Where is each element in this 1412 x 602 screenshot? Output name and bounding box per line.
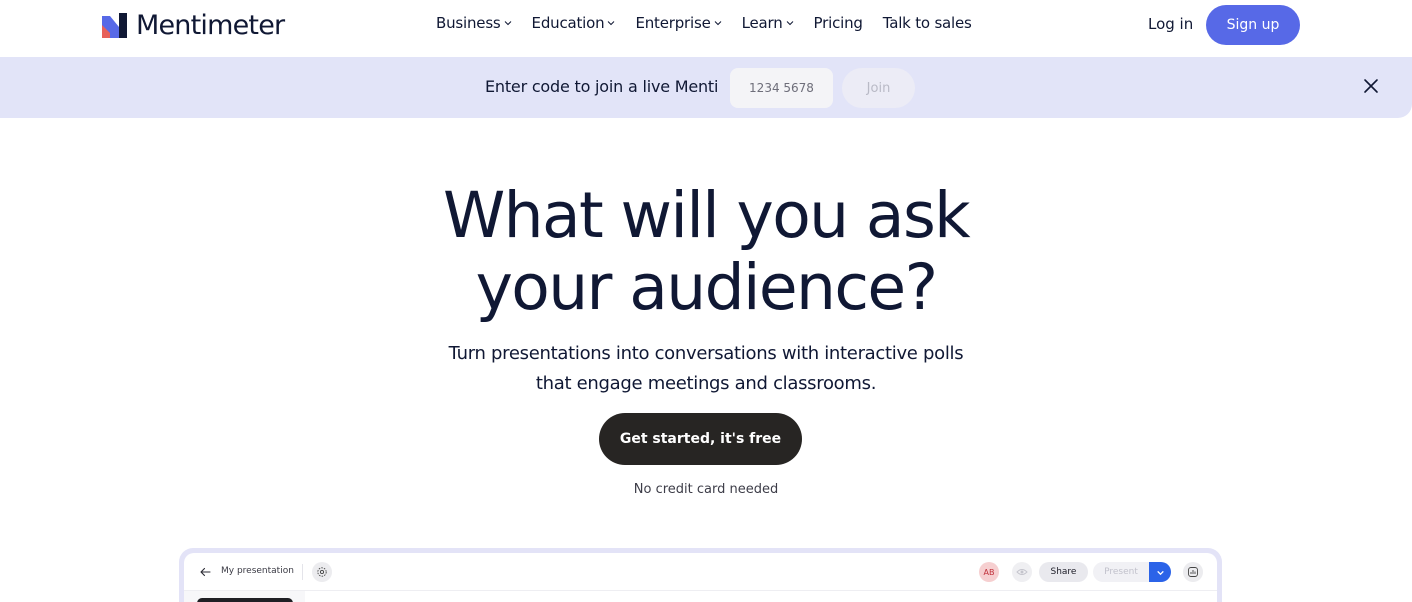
chevron-down-icon (786, 21, 793, 26)
nav-item-label: Pricing (813, 14, 863, 32)
nav-item-label: Enterprise (635, 14, 711, 32)
preview-toolbar-divider (184, 590, 1217, 591)
mentimeter-logo[interactable]: Mentimeter (102, 10, 285, 41)
chevron-down-icon (1156, 570, 1164, 575)
back-arrow-icon (200, 567, 211, 577)
preview-share-button: Share (1039, 562, 1088, 582)
eye-icon (1016, 569, 1028, 575)
hero-subtitle: Turn presentations into conversations wi… (0, 339, 1412, 399)
chevron-down-icon (714, 21, 721, 26)
mentimeter-logo-icon (102, 13, 127, 38)
results-icon (1188, 567, 1198, 577)
settings-icon (317, 567, 327, 577)
nav-item-label: Talk to sales (882, 14, 972, 32)
nav-item-learn[interactable]: Learn (742, 14, 794, 32)
join-button[interactable]: Join (842, 68, 915, 108)
hero-title-line-2: your audience? (475, 251, 938, 324)
preview-results-button (1183, 562, 1203, 582)
nav-item-enterprise[interactable]: Enterprise (635, 14, 721, 32)
join-banner-text: Enter code to join a live Menti (485, 77, 719, 96)
nav-item-label: Education (531, 14, 605, 32)
preview-divider (302, 564, 303, 580)
preview-slide-thumbnail (197, 598, 293, 602)
close-icon[interactable] (1361, 76, 1381, 96)
main-menu: Business Education Enterprise Learn Pric… (436, 14, 972, 32)
nav-item-label: Business (436, 14, 501, 32)
avatar: AB (979, 562, 999, 582)
nav-item-business[interactable]: Business (436, 14, 512, 32)
preview-settings-button (312, 562, 332, 582)
hero-subtitle-line-2: that engage meetings and classrooms. (535, 373, 877, 394)
join-code-input[interactable] (730, 68, 833, 108)
hero-subtitle-line-1: Turn presentations into conversations wi… (448, 343, 964, 364)
preview-present-button: Present (1093, 562, 1149, 582)
hero-title-line-1: What will you ask (442, 179, 971, 252)
login-link[interactable]: Log in (1148, 15, 1193, 33)
chevron-down-icon (504, 21, 511, 26)
preview-present-dropdown (1149, 562, 1171, 582)
no-credit-card-note: No credit card needed (633, 482, 779, 497)
chevron-down-icon (608, 21, 615, 26)
nav-item-talk-to-sales[interactable]: Talk to sales (883, 14, 972, 32)
preview-eye-button (1012, 562, 1032, 582)
brand-name: Mentimeter (136, 10, 285, 41)
nav-item-label: Learn (741, 14, 783, 32)
hero-title: What will you ask your audience? (0, 180, 1412, 324)
get-started-button[interactable]: Get started, it's free (599, 413, 802, 465)
preview-presentation-title: My presentation (221, 566, 294, 576)
join-banner: Enter code to join a live Menti Join (0, 57, 1412, 118)
nav-item-pricing[interactable]: Pricing (814, 14, 863, 32)
signup-button[interactable]: Sign up (1206, 5, 1300, 45)
top-navigation: Mentimeter Business Education Enterprise… (0, 0, 1412, 57)
nav-item-education[interactable]: Education (532, 14, 616, 32)
